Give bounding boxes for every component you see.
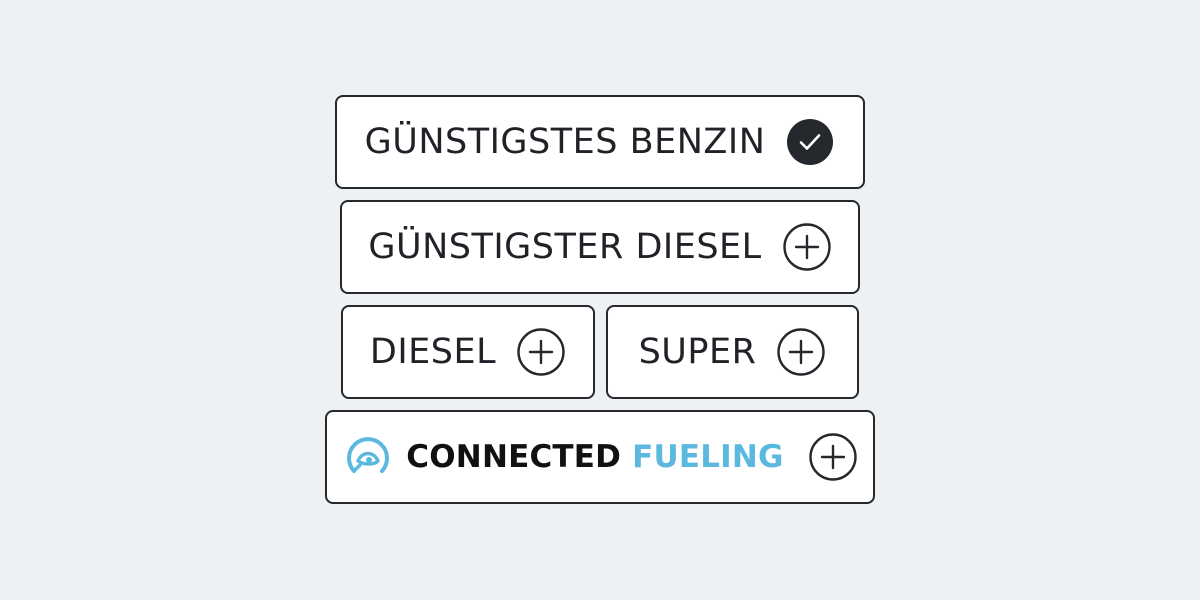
plus-circle-icon bbox=[516, 327, 566, 377]
filter-chip-guenstigstes-benzin[interactable]: GÜNSTIGSTES BENZIN bbox=[335, 95, 865, 189]
brand-word-connected: CONNECTED bbox=[406, 439, 622, 475]
filter-chip-connected-fueling[interactable]: CONNECTED FUELING bbox=[325, 410, 875, 504]
filter-chip-guenstigster-diesel[interactable]: GÜNSTIGSTER DIESEL bbox=[340, 200, 860, 294]
filter-chip-diesel[interactable]: DIESEL bbox=[341, 305, 595, 399]
connected-fueling-wordmark: CONNECTED FUELING bbox=[406, 439, 783, 475]
filter-chip-label: GÜNSTIGSTER DIESEL bbox=[368, 226, 762, 267]
filter-chip-label: GÜNSTIGSTES BENZIN bbox=[364, 121, 766, 162]
filter-chip-label: SUPER bbox=[638, 331, 757, 372]
plus-circle-icon bbox=[776, 327, 826, 377]
plus-circle-icon bbox=[782, 222, 832, 272]
filter-chip-label: DIESEL bbox=[369, 331, 497, 372]
connected-fueling-brand: CONNECTED FUELING bbox=[342, 431, 783, 483]
brand-word-fueling: FUELING bbox=[632, 439, 784, 475]
check-circle-icon bbox=[785, 117, 835, 167]
connected-fueling-logo-icon bbox=[342, 431, 394, 483]
plus-circle-icon bbox=[808, 432, 858, 482]
filter-chip-super[interactable]: SUPER bbox=[606, 305, 859, 399]
